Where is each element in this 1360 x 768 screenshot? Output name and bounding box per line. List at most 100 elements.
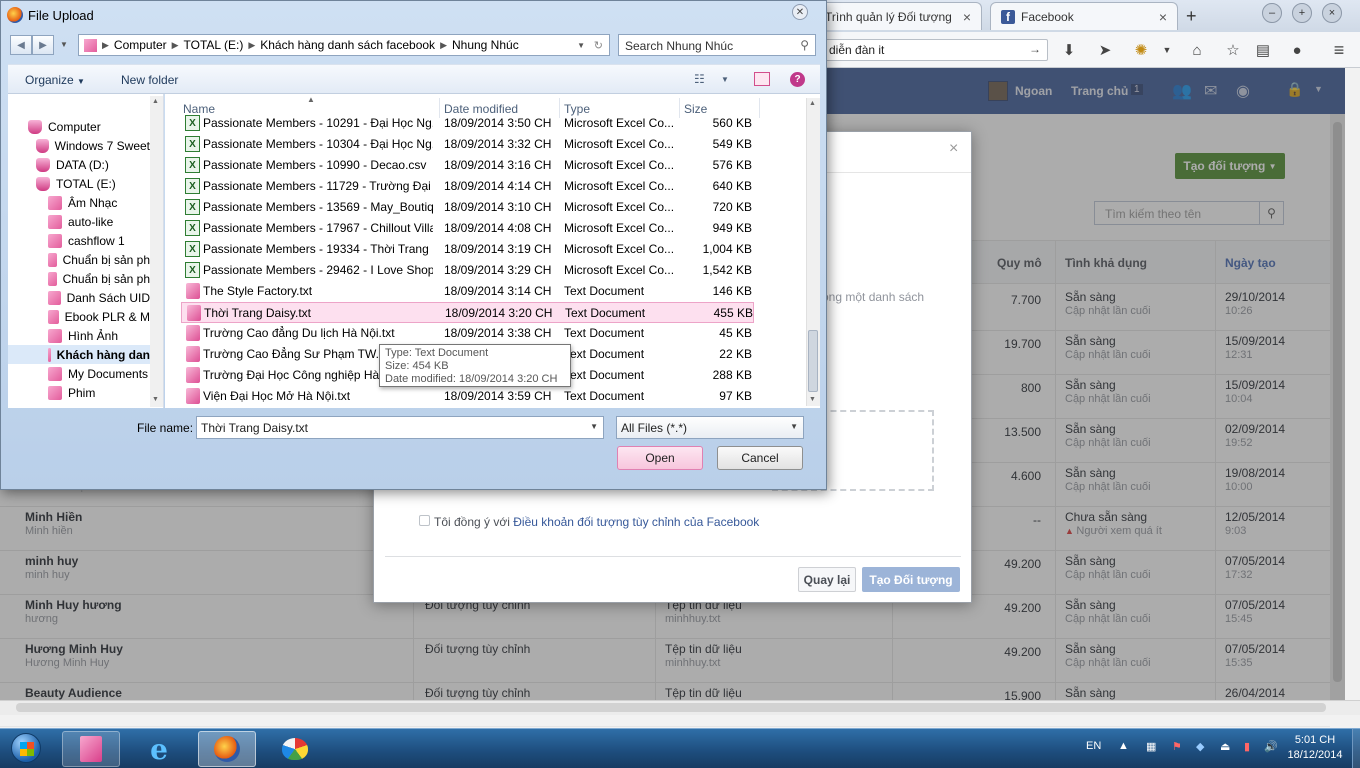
forward-arrow-icon[interactable]: ▶ xyxy=(32,35,54,55)
breadcrumb-separator[interactable]: ▶ xyxy=(248,40,255,51)
file-list-scrollbar-thumb[interactable] xyxy=(808,330,818,392)
back-arrow-icon[interactable]: ◀ xyxy=(10,35,32,55)
header-divider[interactable] xyxy=(759,98,760,118)
chat-icon[interactable]: ● xyxy=(1286,40,1308,60)
dialog-search-input[interactable]: Search Nhung Nhúc ⚲ xyxy=(618,34,816,56)
reading-list-icon[interactable]: ▤ xyxy=(1252,40,1274,60)
nav-item[interactable]: Chuẩn bị sản ph xyxy=(8,269,150,288)
recent-locations-icon[interactable]: ▼ xyxy=(60,40,68,49)
language-indicator[interactable]: EN xyxy=(1086,740,1101,752)
organize-menu[interactable]: Organize ▼ xyxy=(25,73,85,87)
view-options-icon[interactable]: ☷ xyxy=(694,72,705,86)
help-icon[interactable]: ? xyxy=(790,72,805,87)
nav-item[interactable]: Ebook PLR & M xyxy=(8,307,150,326)
addon-dropdown-icon[interactable]: ▼ xyxy=(1156,40,1178,60)
download-icon[interactable]: ⬇ xyxy=(1058,40,1080,60)
nav-item[interactable]: Khách hàng dan xyxy=(8,345,150,364)
close-window-button[interactable]: × xyxy=(1322,3,1342,23)
dropbox-icon[interactable]: ◆ xyxy=(1196,740,1204,753)
go-arrow-icon[interactable]: → xyxy=(1029,42,1041,56)
nav-item[interactable]: DATA (D:) xyxy=(8,155,150,174)
tab-close-icon[interactable]: × xyxy=(955,9,971,25)
bookmark-star-icon[interactable]: ☆ xyxy=(1222,40,1244,60)
chevron-down-icon[interactable]: ▼ xyxy=(590,422,598,431)
modal-close-icon[interactable]: × xyxy=(949,140,958,158)
minimize-button[interactable]: – xyxy=(1262,3,1282,23)
address-bar[interactable]: ▶ Computer ▶ TOTAL (E:) ▶ Khách hàng dan… xyxy=(78,34,610,56)
address-dropdown-icon[interactable]: ▼ xyxy=(577,41,585,50)
tab-close-icon[interactable]: × xyxy=(1151,9,1167,25)
nav-item[interactable]: Windows 7 Sweet xyxy=(8,136,150,155)
new-folder-button[interactable]: New folder xyxy=(121,73,178,87)
nav-item[interactable]: Phim xyxy=(8,383,150,402)
scroll-up-icon[interactable]: ▲ xyxy=(152,98,159,105)
file-row[interactable]: X Passionate Members - 13569 - May_Boutiq… xyxy=(181,197,754,218)
breadcrumb-computer[interactable]: Computer xyxy=(109,38,172,52)
open-button[interactable]: Open xyxy=(617,446,703,470)
file-row[interactable]: Viện Đại Học Mở Hà Nội.txt 18/09/2014 3:5… xyxy=(181,386,754,407)
new-tab-button[interactable]: + xyxy=(1186,6,1197,27)
breadcrumb-drive[interactable]: TOTAL (E:) xyxy=(179,38,249,52)
breadcrumb-current[interactable]: Nhung Nhúc xyxy=(447,38,524,52)
search-icon[interactable]: ⚲ xyxy=(800,38,809,52)
nav-item[interactable]: My Documents xyxy=(8,364,150,383)
file-row[interactable]: X Passionate Members - 19334 - Thời Trang… xyxy=(181,239,754,260)
browser-tab[interactable]: f Facebook × xyxy=(990,2,1178,30)
home-icon[interactable]: ⌂ xyxy=(1186,40,1208,60)
preview-pane-icon[interactable] xyxy=(754,72,770,86)
taskbar-firefox[interactable] xyxy=(198,731,256,767)
maximize-button[interactable]: + xyxy=(1292,3,1312,23)
url-bar[interactable]: diễn đàn it → xyxy=(820,39,1048,61)
breadcrumb-folder[interactable]: Khách hàng danh sách facebook xyxy=(255,38,440,52)
usb-icon[interactable]: ⏏ xyxy=(1220,740,1230,753)
horizontal-scrollbar-thumb[interactable] xyxy=(16,703,1326,712)
battery-icon[interactable]: ▮ xyxy=(1244,740,1250,753)
breadcrumb-separator[interactable]: ▶ xyxy=(440,40,447,51)
nav-item[interactable]: auto-like xyxy=(8,212,150,231)
file-row[interactable]: Thời Trang Daisy.txt 18/09/2014 3:20 CH Te… xyxy=(181,302,754,323)
nav-scrollbar[interactable] xyxy=(150,96,163,407)
cancel-button[interactable]: Cancel xyxy=(717,446,803,470)
terms-link[interactable]: Điều khoản đối tượng tùy chỉnh của Faceb… xyxy=(513,515,759,529)
file-row[interactable]: X Passionate Members - 29462 - I Love Sho… xyxy=(181,260,754,281)
taskbar-paint[interactable] xyxy=(266,731,324,767)
agree-checkbox[interactable] xyxy=(419,515,430,526)
browser-tab[interactable]: Trình quản lý Đối tượng × xyxy=(814,2,982,30)
volume-icon[interactable]: 🔊 xyxy=(1264,740,1278,753)
file-row[interactable]: X Passionate Members - 10304 - Đại Học Ng… xyxy=(181,134,754,155)
menu-icon[interactable]: ≡ xyxy=(1328,40,1350,60)
taskbar-file-explorer[interactable] xyxy=(62,731,120,767)
refresh-icon[interactable]: ↻ xyxy=(594,39,603,52)
file-type-select[interactable]: All Files (*.*) ▼ xyxy=(616,416,804,439)
back-button[interactable]: Quay lại xyxy=(798,567,856,592)
nav-item[interactable]: cashflow 1 xyxy=(8,231,150,250)
file-row[interactable]: X Passionate Members - 10291 - Đại Học Ng… xyxy=(181,113,754,134)
view-dropdown-icon[interactable]: ▼ xyxy=(721,75,729,84)
file-name-input[interactable]: Thời Trang Daisy.txt ▼ xyxy=(196,416,604,439)
taskbar-internet-explorer[interactable]: e xyxy=(130,731,188,767)
show-desktop-button[interactable] xyxy=(1352,729,1360,768)
nav-item[interactable]: Chuẩn bị sản ph xyxy=(8,250,150,269)
create-audience-submit-button[interactable]: Tạo Đối tượng xyxy=(862,567,960,592)
action-center-icon[interactable]: ⚑ xyxy=(1172,740,1182,753)
dialog-close-button[interactable]: ✕ xyxy=(792,4,808,20)
scroll-down-icon[interactable]: ▼ xyxy=(152,396,159,403)
file-row[interactable]: The Style Factory.txt 18/09/2014 3:14 CH T… xyxy=(181,281,754,302)
nav-item[interactable]: Hình Ảnh xyxy=(8,326,150,345)
file-row[interactable]: X Passionate Members - 11729 - Trường Đại… xyxy=(181,176,754,197)
breadcrumb-separator[interactable]: ▶ xyxy=(172,40,179,51)
scroll-down-icon[interactable]: ▼ xyxy=(809,396,816,403)
network-icon[interactable]: ▦ xyxy=(1146,740,1156,753)
nav-item[interactable]: Computer xyxy=(8,117,150,136)
nav-item[interactable]: Danh Sách UID xyxy=(8,288,150,307)
file-row[interactable]: X Passionate Members - 10990 - Decao.csv 1… xyxy=(181,155,754,176)
clock[interactable]: 5:01 CH 18/12/2014 xyxy=(1280,733,1350,763)
show-hidden-icons[interactable]: ▲ xyxy=(1118,740,1129,752)
nav-item[interactable]: Âm Nhạc xyxy=(8,193,150,212)
addon-icon[interactable]: ✺ xyxy=(1130,40,1152,60)
scroll-up-icon[interactable]: ▲ xyxy=(809,100,816,107)
send-icon[interactable]: ➤ xyxy=(1094,40,1116,60)
file-row[interactable]: X Passionate Members - 17967 - Chillout V… xyxy=(181,218,754,239)
breadcrumb-separator[interactable]: ▶ xyxy=(102,40,109,51)
file-row[interactable]: Trường Cao đẳng Du lịch Hà Nội.txt 18/09/… xyxy=(181,323,754,344)
